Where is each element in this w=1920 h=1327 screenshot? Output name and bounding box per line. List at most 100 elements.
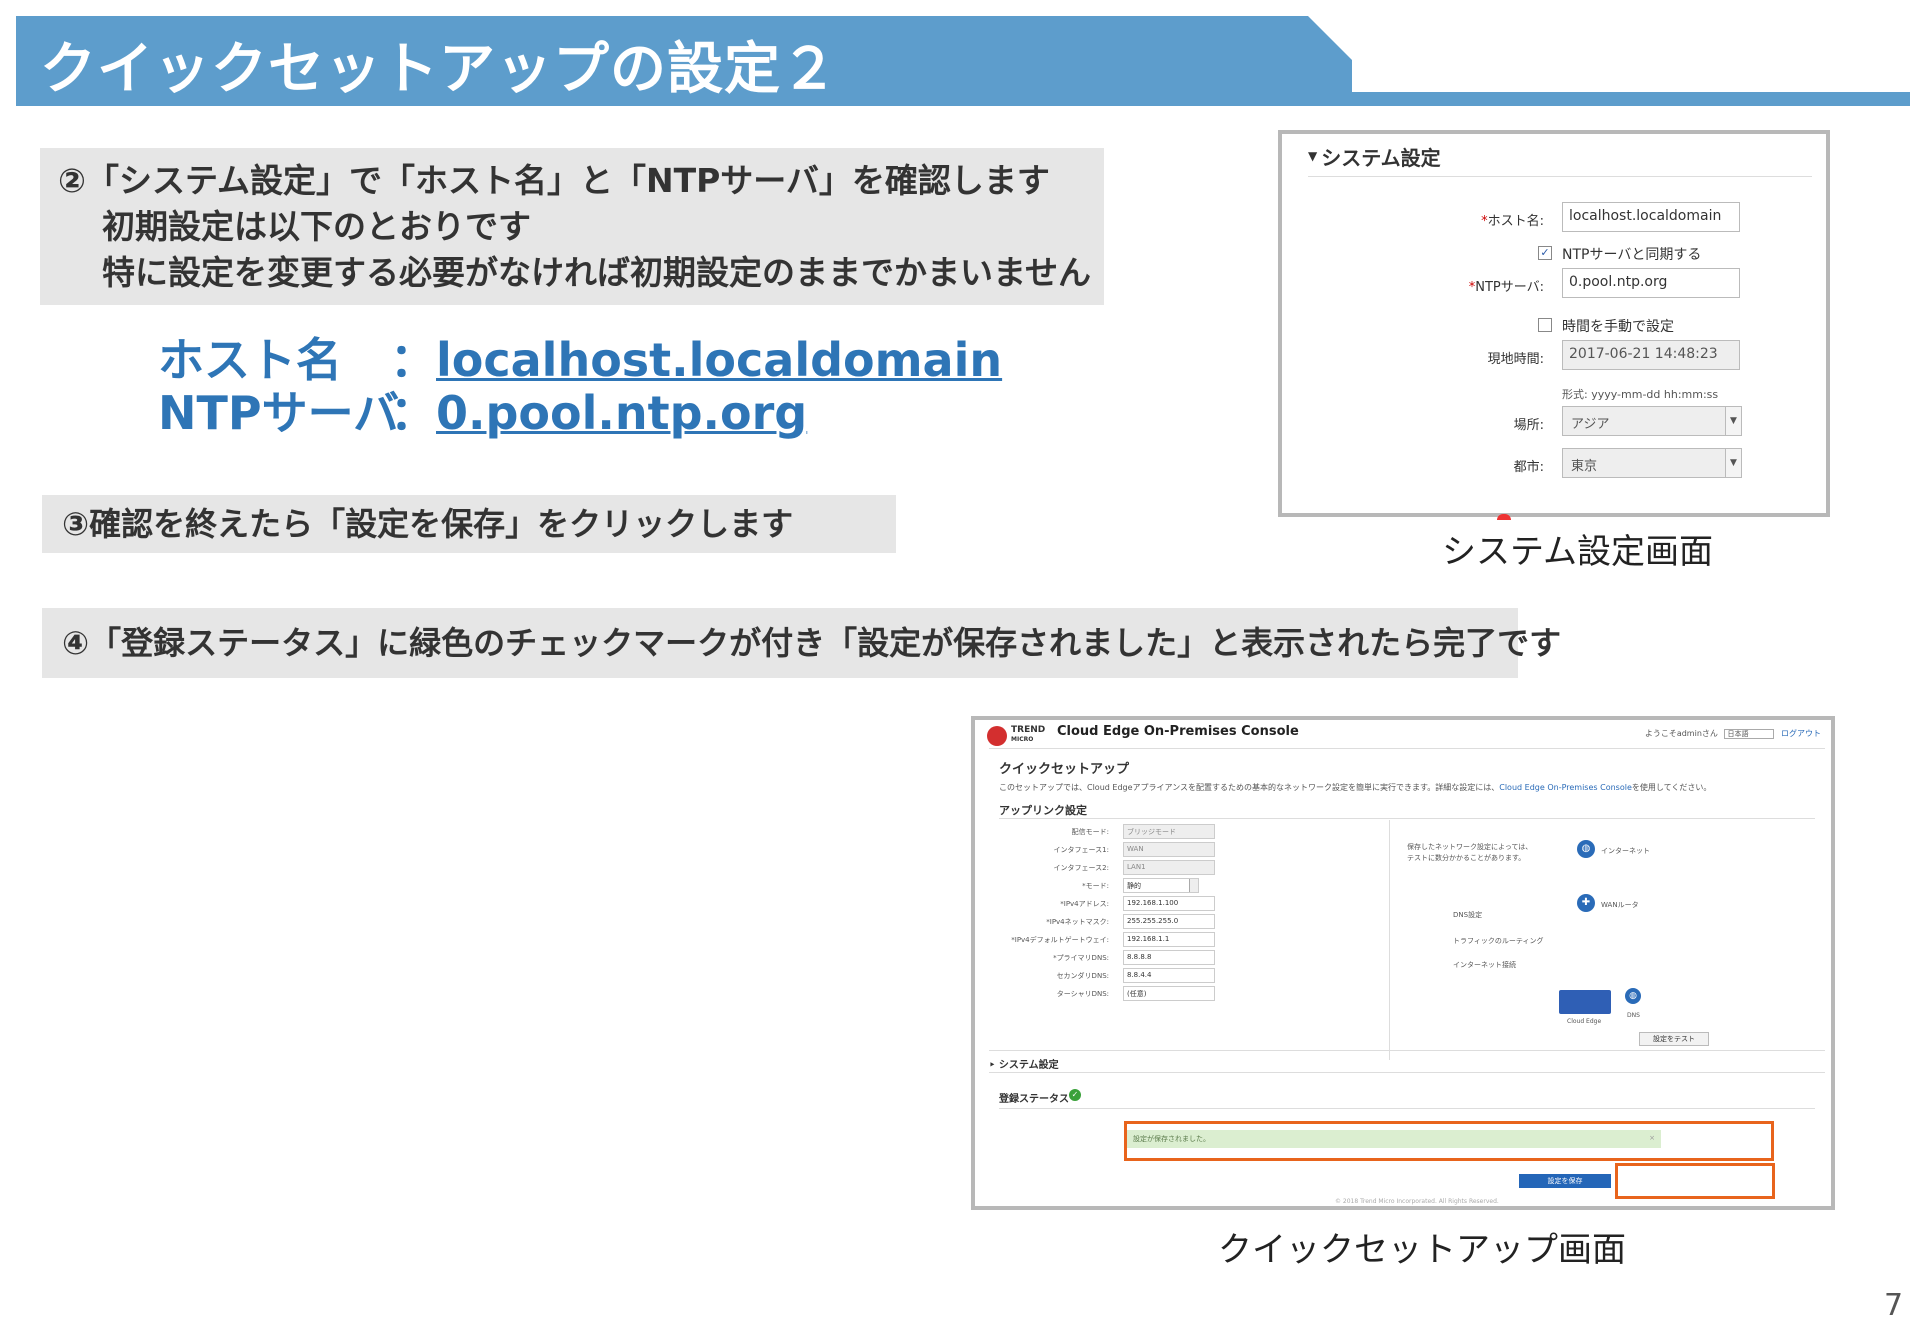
default-host-value[interactable]: localhost.localdomain bbox=[436, 333, 1002, 387]
chevron-down-icon: ▼ bbox=[1725, 407, 1741, 435]
manual-time-checkbox[interactable] bbox=[1538, 318, 1552, 332]
uplink-field-label: ターシャリDNS: bbox=[1056, 990, 1109, 998]
slide-title: クイックセットアップの設定２ bbox=[40, 37, 838, 102]
place-select[interactable]: アジア ▼ bbox=[1562, 406, 1742, 436]
colon: ： bbox=[390, 333, 436, 387]
system-settings-screenshot: ▼ システム設定 *ホスト名: localhost.localdomain ✓ N… bbox=[1278, 130, 1830, 520]
brand-text: TREND MICRO bbox=[1011, 725, 1046, 744]
uplink-field-input[interactable]: WAN bbox=[1123, 842, 1215, 857]
divider bbox=[989, 1072, 1825, 1073]
divider bbox=[989, 748, 1825, 749]
uplink-field-label: 配信モード: bbox=[1071, 828, 1109, 836]
collapse-triangle-icon: ▼ bbox=[1308, 149, 1318, 163]
top-right-bar: ようこそadminさん 日本語 ログアウト bbox=[1645, 728, 1821, 739]
uplink-field-label: *プライマリDNS: bbox=[1053, 954, 1109, 962]
slide: クイックセットアップの設定２ ②「システム設定」で「ホスト名」と「NTPサーバ」… bbox=[0, 0, 1920, 1327]
step2-line3: 特に設定を変更する必要がなければ初期設定のままでかまいません bbox=[102, 253, 1092, 292]
step4-text: ④「登録ステータス」に緑色のチェックマークが付き「設定が保存されました」と表示さ… bbox=[62, 624, 1562, 662]
uplink-heading: アップリンク設定 bbox=[999, 804, 1087, 817]
device-label: Cloud Edge bbox=[1567, 1018, 1602, 1025]
dns-globe-icon: ◍ bbox=[1625, 988, 1641, 1004]
copyright-text: © 2018 Trend Micro Incorporated. All Rig… bbox=[1335, 1198, 1499, 1205]
quick-setup-heading: クイックセットアップ bbox=[999, 762, 1130, 777]
divider bbox=[999, 1108, 1815, 1109]
uplink-field-input[interactable]: 255.255.255.0 bbox=[1123, 914, 1215, 929]
highlight-save-button bbox=[1615, 1163, 1775, 1199]
ntp-sync-checkbox[interactable]: ✓ bbox=[1538, 246, 1552, 260]
uplink-field-value: (任意) bbox=[1127, 990, 1147, 998]
globe-icon: ◍ bbox=[1577, 840, 1595, 858]
ntp-server-input[interactable]: 0.pool.ntp.org bbox=[1562, 268, 1740, 298]
dns-label: DNS bbox=[1627, 1012, 1640, 1019]
quick-setup-description: このセットアップでは、Cloud Edgeアプライアンスを配置するための基本的な… bbox=[999, 783, 1712, 792]
traffic-routing-label: トラフィックのルーティング bbox=[1453, 937, 1544, 945]
save-settings-button[interactable]: 設定を保存 bbox=[1519, 1174, 1611, 1188]
default-host-row: ホスト名 ：localhost.localdomain bbox=[158, 334, 1002, 386]
console-link[interactable]: Cloud Edge On-Premises Console bbox=[1499, 783, 1632, 792]
uplink-field-input[interactable]: ブリッジモード bbox=[1123, 824, 1215, 839]
time-format-hint: 形式: yyyy-mm-dd hh:mm:ss bbox=[1562, 388, 1719, 401]
uplink-field-value: 8.8.8.8 bbox=[1127, 953, 1152, 961]
city-select[interactable]: 東京 ▼ bbox=[1562, 448, 1742, 478]
uplink-field-input[interactable]: 192.168.1.1 bbox=[1123, 932, 1215, 947]
host-name-input[interactable]: localhost.localdomain bbox=[1562, 202, 1740, 232]
trend-micro-logo-icon bbox=[987, 726, 1007, 746]
default-ntp-row: NTPサーバ：0.pool.ntp.org bbox=[158, 387, 807, 439]
uplink-field-input[interactable]: 静的 bbox=[1123, 878, 1199, 893]
uplink-field-label: *IPv4デフォルトゲートウェイ: bbox=[1011, 936, 1109, 944]
ntp-server-label: *NTPサーバ: bbox=[1468, 280, 1544, 295]
highlight-saved-message bbox=[1124, 1121, 1774, 1161]
chevron-down-icon bbox=[1189, 879, 1198, 892]
divider bbox=[1308, 176, 1812, 177]
default-host-label: ホスト名 bbox=[158, 333, 342, 387]
partial-red-icon bbox=[1497, 514, 1511, 520]
step2-box: ②「システム設定」で「ホスト名」と「NTPサーバ」を確認します 初期設定は以下の… bbox=[40, 148, 1104, 305]
uplink-field-input[interactable]: 8.8.8.8 bbox=[1123, 950, 1215, 965]
uplink-field-value: ブリッジモード bbox=[1127, 828, 1176, 836]
uplink-field-value: 8.8.4.4 bbox=[1127, 971, 1152, 979]
divider bbox=[1389, 820, 1390, 1060]
internet-label: インターネット bbox=[1601, 847, 1650, 855]
uplink-field-input[interactable]: (任意) bbox=[1123, 986, 1215, 1001]
system-settings-caption: システム設定画面 bbox=[1442, 532, 1713, 572]
current-time-input[interactable]: 2017-06-21 14:48:23 bbox=[1562, 340, 1740, 370]
place-label: 場所: bbox=[1513, 418, 1544, 433]
manual-time-label: 時間を手動で設定 bbox=[1562, 319, 1674, 335]
uplink-field-input[interactable]: 8.8.4.4 bbox=[1123, 968, 1215, 983]
router-icon: ✚ bbox=[1577, 894, 1595, 912]
registration-status-label: 登録ステータス bbox=[999, 1094, 1069, 1105]
internet-connection-label: インターネット接続 bbox=[1453, 961, 1516, 969]
page-number: 7 bbox=[1884, 1288, 1904, 1323]
uplink-field-label: *IPv4アドレス: bbox=[1060, 900, 1109, 908]
logout-link[interactable]: ログアウト bbox=[1781, 729, 1821, 738]
colon: ： bbox=[390, 386, 436, 440]
title-underline bbox=[1320, 92, 1910, 106]
step4-box: ④「登録ステータス」に緑色のチェックマークが付き「設定が保存されました」と表示さ… bbox=[42, 608, 1562, 678]
step2-line1: ②「システム設定」で「ホスト名」と「NTPサーバ」を確認します bbox=[58, 161, 1050, 200]
step3-box: ③確認を終えたら「設定を保存」をクリックします bbox=[42, 495, 896, 553]
default-ntp-value[interactable]: 0.pool.ntp.org bbox=[436, 386, 807, 440]
city-label: 都市: bbox=[1513, 460, 1544, 475]
step3-text: ③確認を終えたら「設定を保存」をクリックします bbox=[62, 505, 794, 543]
uplink-field-value: 静的 bbox=[1127, 882, 1141, 890]
uplink-field-value: WAN bbox=[1127, 845, 1144, 853]
system-settings-header[interactable]: ▼ システム設定 bbox=[1308, 142, 1441, 171]
quick-setup-screenshot: TREND MICRO Cloud Edge On-Premises Consol… bbox=[971, 716, 1835, 1210]
uplink-field-value: LAN1 bbox=[1127, 863, 1146, 871]
divider bbox=[999, 818, 1815, 819]
test-settings-button[interactable]: 設定をテスト bbox=[1639, 1032, 1709, 1046]
uplink-field-label: インタフェース1: bbox=[1053, 846, 1109, 854]
cloud-edge-device-icon bbox=[1559, 990, 1611, 1014]
uplink-field-input[interactable]: LAN1 bbox=[1123, 860, 1215, 875]
uplink-field-label: *IPv4ネットマスク: bbox=[1046, 918, 1109, 926]
chevron-down-icon: ▼ bbox=[1725, 449, 1741, 477]
uplink-field-label: インタフェース2: bbox=[1053, 864, 1109, 872]
uplink-field-input[interactable]: 192.168.1.100 bbox=[1123, 896, 1215, 911]
host-name-label: *ホスト名: bbox=[1481, 214, 1544, 229]
uplink-field-value: 192.168.1.100 bbox=[1127, 899, 1179, 907]
uplink-field-value: 192.168.1.1 bbox=[1127, 935, 1170, 943]
language-select[interactable]: 日本語 bbox=[1724, 728, 1775, 739]
uplink-field-label: セカンダリDNS: bbox=[1056, 972, 1109, 980]
system-settings-row[interactable]: ‣ システム設定 bbox=[989, 1056, 1059, 1071]
ntp-sync-label: NTPサーバと同期する bbox=[1562, 247, 1702, 263]
